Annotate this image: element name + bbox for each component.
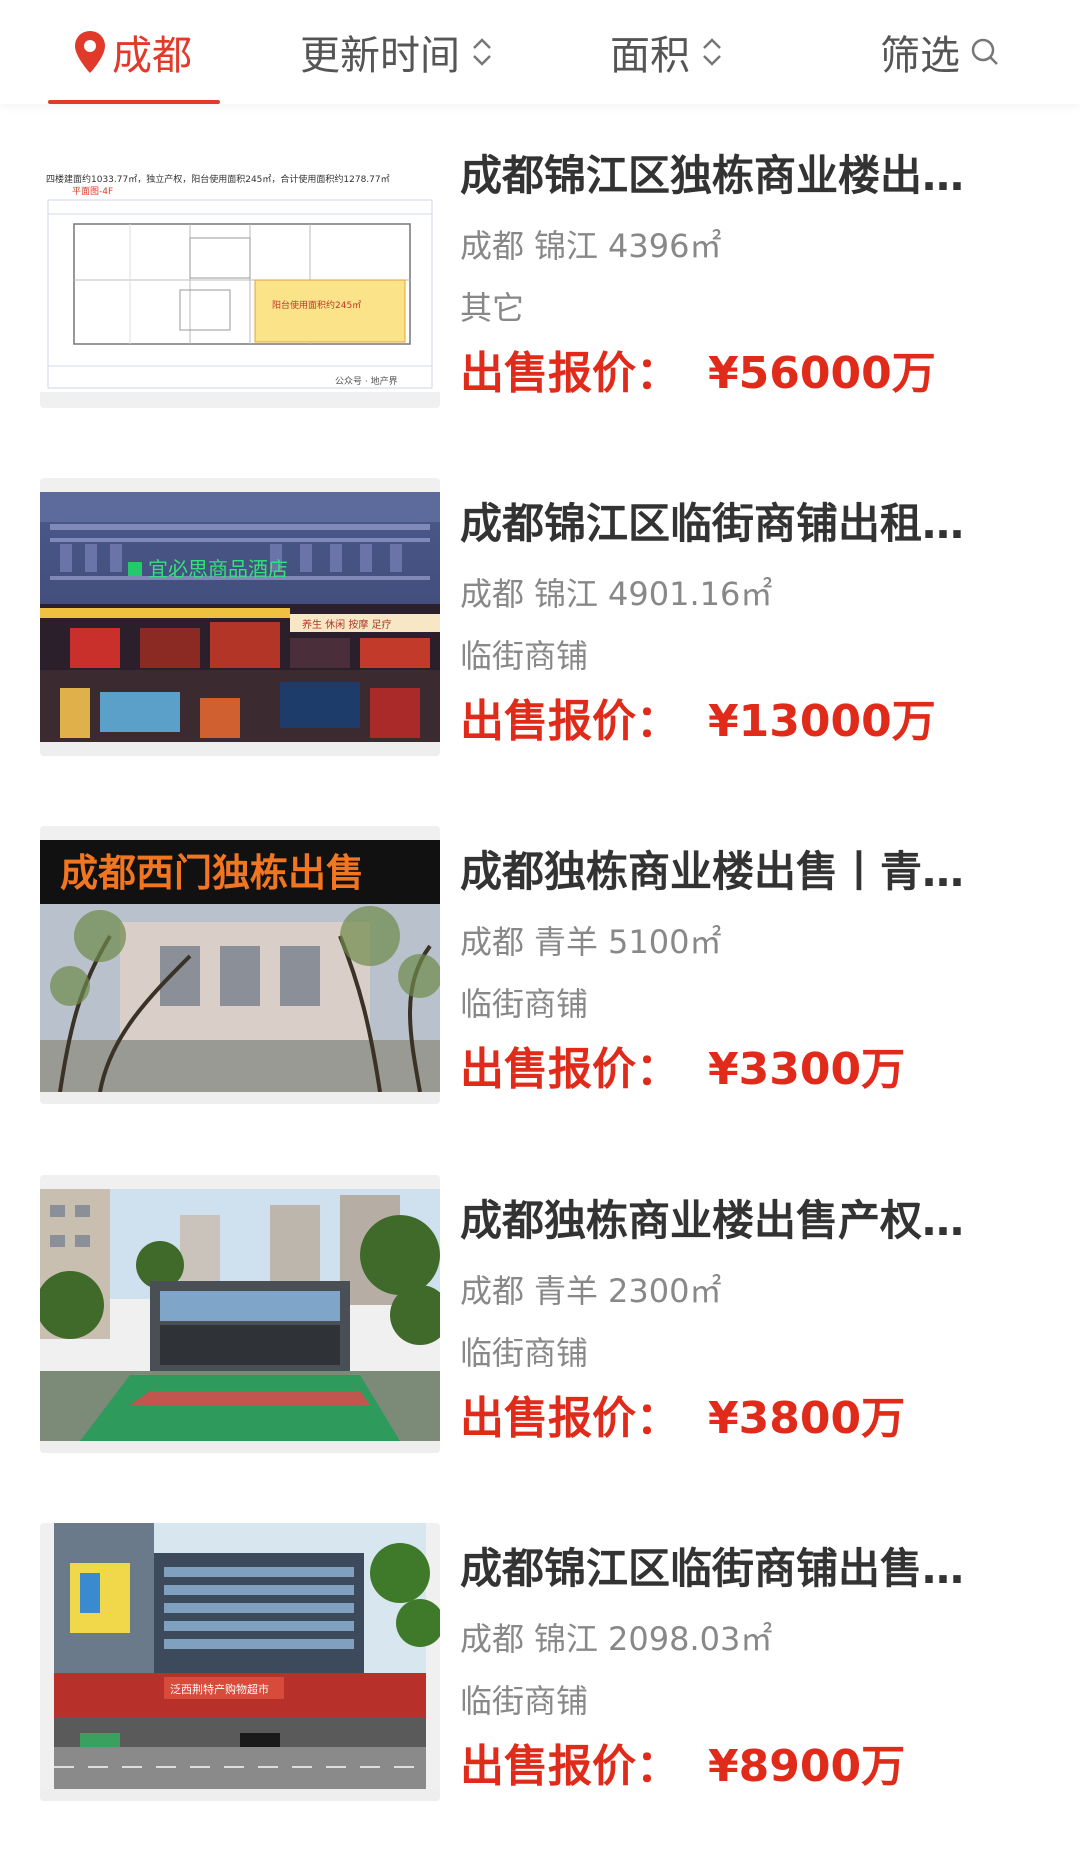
listing-city: 成都 xyxy=(460,1272,525,1310)
price-value: ¥8900万 xyxy=(708,1741,906,1792)
plan-subcaption: 平面图-4F xyxy=(72,186,113,197)
listing-title: 成都锦江区临街商铺出售… xyxy=(460,1544,965,1593)
sort-updown-icon xyxy=(473,38,491,66)
listing-size: 4901.16㎡ xyxy=(608,575,773,613)
update-time-label: 更新时间 xyxy=(300,33,460,79)
city-filter-button[interactable]: 成都 xyxy=(72,24,192,80)
street-shop-photo: 泛西荆特产购物超市 xyxy=(40,1523,440,1801)
floor-plan-image: 四楼建面约1033.77㎡，独立产权，阳台使用面积245㎡，合计使用面积约127… xyxy=(40,130,440,408)
sort-by-area-button[interactable]: 面积 xyxy=(610,24,724,80)
listing-district: 青羊 xyxy=(534,923,599,961)
listing-thumbnail: 四楼建面约1033.77㎡，独立产权，阳台使用面积245㎡，合计使用面积约127… xyxy=(40,130,440,408)
price-label: 出售报价： xyxy=(460,1393,680,1444)
listing-card[interactable]: 成都西门独栋出售 成都独栋商业楼出售丨青… 成都青羊 5100㎡ 临街商铺 出售… xyxy=(0,826,1080,1126)
plan-caption: 四楼建面约1033.77㎡，独立产权，阳台使用面积245㎡，合计使用面积约127… xyxy=(46,173,390,185)
listing-district: 锦江 xyxy=(534,1620,599,1658)
active-tab-underline xyxy=(48,100,220,104)
price-value: ¥3800万 xyxy=(708,1393,906,1444)
listing-size: 2300㎡ xyxy=(608,1272,722,1310)
listing-meta: 成都 锦江 2098.03㎡ xyxy=(460,1619,772,1659)
listing-district: 锦江 xyxy=(534,575,599,613)
hotel-building-photo: 宜必思商品酒店 养生 休闲 按摩 足疗 xyxy=(40,478,440,756)
listing-card[interactable]: 成都独栋商业楼出售产权… 成都 青羊 2300㎡ 临街商铺 出售报价： ¥3800万 xyxy=(0,1175,1080,1475)
price-label: 出售报价： xyxy=(460,1044,680,1095)
shop-sign: 养生 休闲 按摩 足疗 xyxy=(302,618,392,631)
listing-title: 成都独栋商业楼出售丨青… xyxy=(460,847,965,896)
listing-city: 成都 xyxy=(460,227,525,265)
screen-label: 筛选 xyxy=(880,33,960,79)
plan-highlight-label: 阳台使用面积约245㎡ xyxy=(272,299,361,311)
listing-meta: 成都 青羊 2300㎡ xyxy=(460,1271,721,1311)
listing-category: 临街商铺 xyxy=(460,985,589,1023)
listing-size: 5100㎡ xyxy=(608,923,722,961)
listing-category: 临街商铺 xyxy=(460,637,589,675)
screen-filter-button[interactable]: 筛选 xyxy=(880,24,1000,80)
listing-city: 成都 xyxy=(460,1620,525,1658)
listing-district: 锦江 xyxy=(534,227,599,265)
listing-card[interactable]: 泛西荆特产购物超市 成都锦江区临街商铺出售… 成都 锦江 2098.03㎡ 临街商铺… xyxy=(0,1523,1080,1823)
listing-info: 成都锦江区临街商铺出售… 成都 锦江 2098.03㎡ 临街商铺 出售报价： ¥890… xyxy=(460,1523,1050,1801)
city-filter-label: 成都 xyxy=(112,33,192,79)
commercial-building-photo xyxy=(40,1175,440,1453)
listing-title: 成都锦江区独栋商业楼出… xyxy=(460,151,965,200)
location-pin-icon xyxy=(75,31,105,73)
listing-size: 2098.03㎡ xyxy=(608,1620,773,1658)
listing-card[interactable]: 宜必思商品酒店 养生 休闲 按摩 足疗 成都锦江区临街商铺出租… 成都 锦江 490… xyxy=(0,478,1080,778)
hotel-sign: 宜必思商品酒店 xyxy=(148,557,288,581)
listing-info: 成都独栋商业楼出售产权… 成都 青羊 2300㎡ 临街商铺 出售报价： ¥3800万 xyxy=(460,1175,1050,1453)
area-label: 面积 xyxy=(610,33,690,79)
listing-thumbnail: 成都西门独栋出售 xyxy=(40,826,440,1104)
watermark-text: 公众号 · 地产界 xyxy=(335,375,398,387)
listing-city: 成都 xyxy=(460,575,525,613)
listing-info: 成都锦江区独栋商业楼出… 成都 锦江 4396㎡ 其它 出售报价： ¥56000万 xyxy=(460,130,1050,408)
listing-info: 成都锦江区临街商铺出租… 成都 锦江 4901.16㎡ 临街商铺 出售报价： ¥130… xyxy=(460,478,1050,756)
listing-card[interactable]: 四楼建面约1033.77㎡，独立产权，阳台使用面积245㎡，合计使用面积约127… xyxy=(0,130,1080,430)
shop-sign: 泛西荆特产购物超市 xyxy=(170,1682,269,1696)
listing-meta: 成都 锦江 4396㎡ xyxy=(460,226,721,266)
listing-category: 临街商铺 xyxy=(460,1682,589,1720)
listing-district: 青羊 xyxy=(534,1272,599,1310)
sort-by-update-time-button[interactable]: 更新时间 xyxy=(300,24,494,80)
listing-title: 成都锦江区临街商铺出租… xyxy=(460,499,965,548)
listing-price: 出售报价： ¥13000万 xyxy=(460,694,936,750)
price-value: ¥13000万 xyxy=(708,696,936,747)
price-value: ¥56000万 xyxy=(708,348,936,399)
listing-category: 其它 xyxy=(460,289,525,327)
listing-thumbnail: 泛西荆特产购物超市 xyxy=(40,1523,440,1801)
listing-price: 出售报价： ¥8900万 xyxy=(460,1739,905,1795)
sort-updown-icon xyxy=(703,38,721,66)
listing-thumbnail: 宜必思商品酒店 养生 休闲 按摩 足疗 xyxy=(40,478,440,756)
listing-price: 出售报价： ¥3300万 xyxy=(460,1042,905,1098)
search-icon xyxy=(971,38,998,65)
price-label: 出售报价： xyxy=(460,1741,680,1792)
price-value: ¥3300万 xyxy=(708,1044,906,1095)
price-label: 出售报价： xyxy=(460,348,680,399)
listing-category: 临街商铺 xyxy=(460,1334,589,1372)
listing-title: 成都独栋商业楼出售产权… xyxy=(460,1196,965,1245)
listing-thumbnail xyxy=(40,1175,440,1453)
listing-size: 4396㎡ xyxy=(608,227,722,265)
listing-meta: 成都 青羊 5100㎡ xyxy=(460,922,721,962)
listing-info: 成都独栋商业楼出售丨青… 成都 青羊 5100㎡ 临街商铺 出售报价： ¥3300万 xyxy=(460,826,1050,1104)
listing-meta: 成都 锦江 4901.16㎡ xyxy=(460,574,772,614)
listing-price: 出售报价： ¥56000万 xyxy=(460,346,936,402)
building-photo-with-banner: 成都西门独栋出售 xyxy=(40,826,440,1104)
banner-text: 成都西门独栋出售 xyxy=(60,851,364,895)
filter-bar: 成都 更新时间 面积 筛选 xyxy=(0,0,1080,104)
listing-city: 成都 xyxy=(460,923,525,961)
listing-price: 出售报价： ¥3800万 xyxy=(460,1391,905,1447)
price-label: 出售报价： xyxy=(460,696,680,747)
